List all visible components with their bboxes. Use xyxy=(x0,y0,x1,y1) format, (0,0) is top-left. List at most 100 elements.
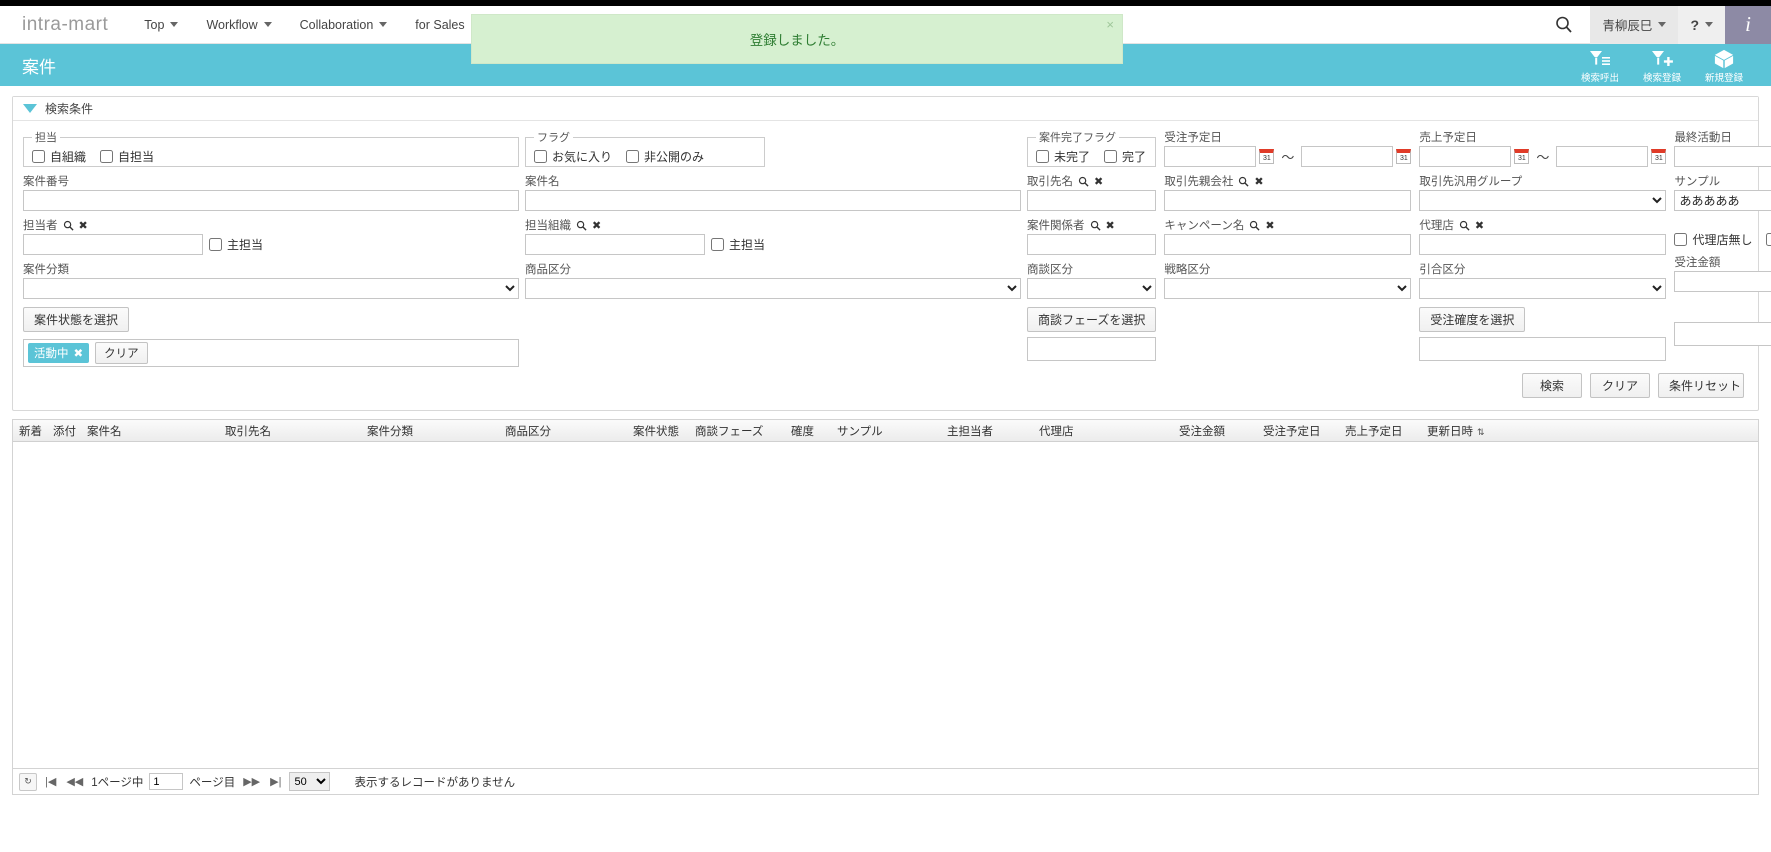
last-page-button[interactable]: ▶| xyxy=(268,775,283,788)
sales-due-date-from-input[interactable] xyxy=(1419,146,1512,167)
search-register-button[interactable]: 検索登録 xyxy=(1631,49,1693,86)
strategy-type-select[interactable] xyxy=(1164,278,1412,299)
collapse-triangle-icon[interactable] xyxy=(23,104,37,113)
client-group-select[interactable] xyxy=(1419,190,1667,211)
calendar-icon[interactable]: 31 xyxy=(1259,149,1275,164)
field-project-name: 案件名 xyxy=(525,173,1021,211)
checkbox-primary-assignee-input[interactable] xyxy=(209,238,222,251)
project-status-clear-button[interactable]: クリア xyxy=(95,342,148,364)
checkbox-own-org[interactable]: 自組織 xyxy=(32,148,86,165)
nav-item-collaboration[interactable]: Collaboration xyxy=(286,6,402,44)
new-register-button[interactable]: 新規登録 xyxy=(1693,49,1755,86)
client-name-label-text: 取引先名 xyxy=(1027,176,1073,188)
nav-item-top[interactable]: Top xyxy=(130,6,192,44)
checkbox-own-charge[interactable]: 自担当 xyxy=(100,148,154,165)
checkbox-incomplete-input[interactable] xyxy=(1036,150,1049,163)
sample-input[interactable] xyxy=(1674,190,1771,211)
page-size-select[interactable]: 102550100 xyxy=(289,772,331,791)
calendar-icon[interactable]: 31 xyxy=(1514,149,1530,164)
order-amount-input[interactable] xyxy=(1674,271,1771,292)
order-due-date-from-input[interactable] xyxy=(1164,146,1257,167)
column-header-15[interactable]: 更新日時 ⇅ xyxy=(1421,423,1501,439)
page-number-input[interactable] xyxy=(149,773,184,790)
close-icon[interactable]: × xyxy=(1106,18,1114,31)
project-category-select[interactable] xyxy=(23,278,519,299)
campaign-name-search-icon[interactable] xyxy=(1249,220,1260,231)
chip-remove-icon[interactable]: ✖ xyxy=(74,346,84,360)
fieldset-completion-legend: 案件完了フラグ xyxy=(1039,132,1116,144)
checkbox-favorite-input[interactable] xyxy=(534,150,547,163)
client-name-clear-icon[interactable]: ✖ xyxy=(1094,175,1103,188)
checkbox-complete[interactable]: 完了 xyxy=(1104,148,1146,165)
checkbox-complete-input[interactable] xyxy=(1104,150,1118,163)
assignee-search-icon[interactable] xyxy=(63,220,74,231)
last-activity-date-select[interactable] xyxy=(1674,146,1771,167)
checkbox-has-agency[interactable]: 代理店有り xyxy=(1766,231,1771,248)
project-number-input[interactable] xyxy=(23,190,519,211)
chip-active[interactable]: 活動中 ✖ xyxy=(28,343,90,363)
reload-icon[interactable]: ↻ xyxy=(19,772,37,791)
client-parent-search-icon[interactable] xyxy=(1238,176,1249,187)
select-order-probability-button[interactable]: 受注確度を選択 xyxy=(1419,307,1526,332)
select-project-status-button[interactable]: 案件状態を選択 xyxy=(23,307,130,332)
client-parent-input[interactable] xyxy=(1164,190,1412,211)
client-parent-clear-icon[interactable]: ✖ xyxy=(1254,175,1263,188)
global-search-button[interactable] xyxy=(1538,6,1590,44)
sort-arrows-icon[interactable]: ⇅ xyxy=(1477,427,1485,438)
checkbox-incomplete[interactable]: 未完了 xyxy=(1036,148,1090,165)
search-recall-button[interactable]: 検索呼出 xyxy=(1569,49,1631,86)
calendar-icon[interactable]: 31 xyxy=(1396,149,1412,164)
column-header-9: サンプル xyxy=(837,425,883,438)
nav-item-workflow[interactable]: Workflow xyxy=(192,6,285,44)
assignee-clear-icon[interactable]: ✖ xyxy=(79,219,88,232)
help-menu[interactable]: ? xyxy=(1678,5,1725,44)
project-member-input[interactable] xyxy=(1027,234,1157,255)
checkbox-own-charge-input[interactable] xyxy=(100,150,114,163)
search-panel-header[interactable]: 検索条件 xyxy=(13,97,1758,121)
campaign-name-clear-icon[interactable]: ✖ xyxy=(1265,219,1274,232)
order-due-date-to-input[interactable] xyxy=(1301,146,1394,167)
project-member-search-icon[interactable] xyxy=(1090,220,1101,231)
checkbox-has-agency-input[interactable] xyxy=(1766,233,1771,246)
assign-org-clear-icon[interactable]: ✖ xyxy=(592,219,601,232)
checkbox-no-agency[interactable]: 代理店無し xyxy=(1674,231,1752,248)
checkbox-own-org-input[interactable] xyxy=(32,150,45,163)
product-type-select[interactable] xyxy=(525,278,1021,299)
campaign-name-input[interactable] xyxy=(1164,234,1412,255)
agency-input[interactable] xyxy=(1419,234,1667,255)
client-name-input[interactable] xyxy=(1027,190,1157,211)
checkbox-primary-assignee[interactable]: 主担当 xyxy=(209,236,263,253)
page-prefix-label: 1ページ中 xyxy=(91,776,144,789)
field-negotiation-type: 商談区分 xyxy=(1027,261,1157,299)
reset-conditions-button[interactable]: 条件リセット xyxy=(1658,373,1744,398)
first-page-button[interactable]: |◀ xyxy=(43,775,58,788)
checkbox-favorite[interactable]: お気に入り xyxy=(534,148,612,165)
checkbox-primary-org[interactable]: 主担当 xyxy=(711,236,765,253)
agency-search-icon[interactable] xyxy=(1459,220,1470,231)
search-button[interactable]: 検索 xyxy=(1522,373,1582,398)
assign-org-search-icon[interactable] xyxy=(576,220,587,231)
select-negotiation-phase-button[interactable]: 商談フェーズを選択 xyxy=(1027,307,1157,332)
clear-button[interactable]: クリア xyxy=(1590,373,1650,398)
negotiation-type-select[interactable] xyxy=(1027,278,1157,299)
checkbox-no-agency-input[interactable] xyxy=(1674,233,1688,246)
checkbox-primary-org-input[interactable] xyxy=(711,238,724,251)
inquiry-type-select[interactable] xyxy=(1419,278,1667,299)
checkbox-private-only-input[interactable] xyxy=(626,150,640,163)
sales-due-date-to-input[interactable] xyxy=(1556,146,1649,167)
client-name-search-icon[interactable] xyxy=(1078,176,1089,187)
checkbox-private-only[interactable]: 非公開のみ xyxy=(626,148,704,165)
assignee-input[interactable] xyxy=(23,234,203,255)
user-menu[interactable]: 青柳辰巳 xyxy=(1590,5,1679,44)
info-button[interactable]: i xyxy=(1725,5,1771,44)
assignee-label-text: 担当者 xyxy=(23,220,58,232)
next-page-button[interactable]: ▶▶ xyxy=(241,775,262,788)
calendar-icon[interactable]: 31 xyxy=(1651,149,1667,164)
project-name-input[interactable] xyxy=(525,190,1021,211)
prev-page-button[interactable]: ◀◀ xyxy=(64,775,85,788)
brand-logo[interactable]: intra-mart xyxy=(0,14,130,36)
assign-org-input[interactable] xyxy=(525,234,705,255)
date-range-separator: ～ xyxy=(1536,150,1550,165)
project-member-clear-icon[interactable]: ✖ xyxy=(1106,219,1115,232)
agency-clear-icon[interactable]: ✖ xyxy=(1475,219,1484,232)
